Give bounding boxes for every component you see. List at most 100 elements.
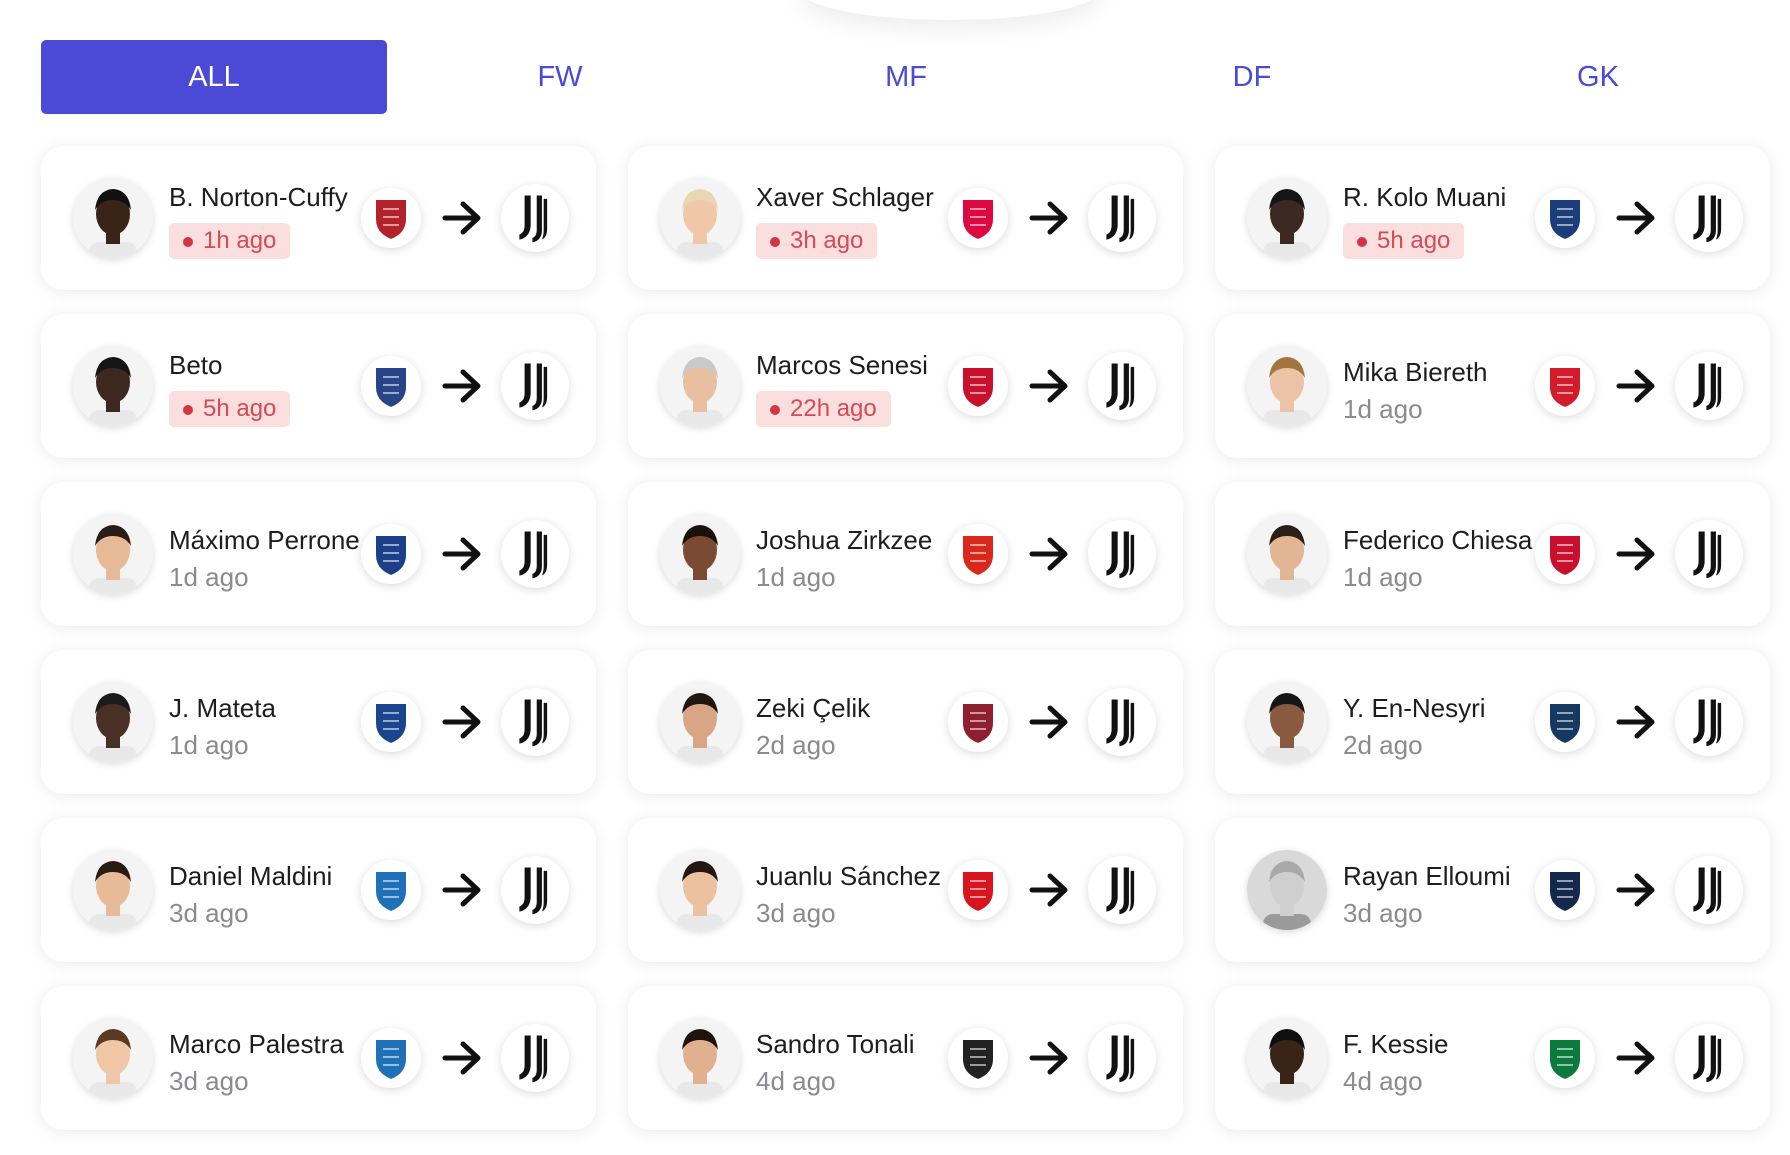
arrow-right-icon <box>442 873 481 907</box>
bournemouth-crest <box>948 356 1008 416</box>
arrow-right-icon <box>1029 201 1068 235</box>
arrow-right-icon <box>1029 369 1068 403</box>
juventus-crest <box>501 688 569 756</box>
juventus-crest <box>1675 688 1743 756</box>
player-name: Marco Palestra <box>169 1029 344 1059</box>
juventus-crest <box>501 520 569 588</box>
player-name: F. Kessie <box>1343 1029 1449 1059</box>
player-avatar <box>1247 514 1327 594</box>
player-avatar <box>1247 1018 1327 1098</box>
arrow-right-icon <box>442 537 481 571</box>
juventus-crest <box>1088 1024 1156 1092</box>
player-name: Zeki Çelik <box>756 693 871 723</box>
player-avatar <box>73 178 153 258</box>
juventus-crest <box>501 1024 569 1092</box>
juventus-crest <box>1675 1024 1743 1092</box>
transfer-card[interactable]: R. Kolo Muani 5h ago <box>1215 146 1770 290</box>
arrow-right-icon <box>1616 537 1655 571</box>
player-avatar <box>73 1018 153 1098</box>
juventus-crest <box>501 352 569 420</box>
player-avatar <box>73 850 153 930</box>
transfer-time: 3h ago <box>756 223 878 259</box>
player-name: Juanlu Sánchez <box>756 861 942 891</box>
man-united-crest <box>948 524 1008 584</box>
arrow-right-icon <box>442 369 481 403</box>
transfer-card[interactable]: Máximo Perrone 1d ago <box>41 482 596 626</box>
header-shadow <box>800 0 1100 20</box>
player-avatar <box>73 514 153 594</box>
transfer-card[interactable]: Beto 5h ago <box>41 314 596 458</box>
tab-all[interactable]: ALL <box>41 40 387 114</box>
transfer-time: 5h ago <box>169 391 291 427</box>
transfer-card[interactable]: Daniel Maldini 3d ago <box>41 818 596 962</box>
crystal-palace-crest <box>361 692 421 752</box>
rb-leipzig-crest <box>948 188 1008 248</box>
fenerbahce-crest <box>1535 692 1595 752</box>
transfer-card[interactable]: Marco Palestra 3d ago <box>41 986 596 1130</box>
tab-gk[interactable]: GK <box>1425 40 1771 114</box>
arrow-right-icon <box>1029 1041 1068 1075</box>
arrow-right-icon <box>1616 201 1655 235</box>
transfer-grid: B. Norton-Cuffy 1h ago Xaver Schlager 3h <box>41 146 1771 1130</box>
juventus-crest <box>1088 688 1156 756</box>
transfer-time: 1d ago <box>756 562 836 592</box>
transfer-card[interactable]: Y. En-Nesyri 2d ago <box>1215 650 1770 794</box>
monaco-crest <box>1535 356 1595 416</box>
juventus-crest <box>1675 856 1743 924</box>
player-avatar <box>73 346 153 426</box>
transfer-card[interactable]: Xaver Schlager 3h ago <box>628 146 1183 290</box>
player-name: Federico Chiesa <box>1343 525 1533 555</box>
player-avatar <box>1247 850 1327 930</box>
transfer-card[interactable]: F. Kessie 4d ago <box>1215 986 1770 1130</box>
player-name: R. Kolo Muani <box>1343 182 1507 212</box>
arrow-right-icon <box>442 201 481 235</box>
transfer-time: 1d ago <box>169 562 249 592</box>
arrow-right-icon <box>442 1041 481 1075</box>
player-name: B. Norton-Cuffy <box>169 182 348 212</box>
player-name: J. Mateta <box>169 693 276 723</box>
transfer-card[interactable]: Federico Chiesa 1d ago <box>1215 482 1770 626</box>
transfer-card[interactable]: Sandro Tonali 4d ago <box>628 986 1183 1130</box>
tab-mf[interactable]: MF <box>733 40 1079 114</box>
player-avatar <box>660 346 740 426</box>
player-name: Sandro Tonali <box>756 1029 915 1059</box>
transfer-card[interactable]: Mika Biereth 1d ago <box>1215 314 1770 458</box>
transfer-card[interactable]: J. Mateta 1d ago <box>41 650 596 794</box>
transfer-time: 3d ago <box>169 1066 249 1096</box>
transfer-card[interactable]: B. Norton-Cuffy 1h ago <box>41 146 596 290</box>
arrow-right-icon <box>1616 705 1655 739</box>
player-name: Máximo Perrone <box>169 525 360 555</box>
player-name: Beto <box>169 350 223 380</box>
juventus-crest <box>1088 856 1156 924</box>
juventus-crest <box>501 856 569 924</box>
al-ahli-crest <box>1535 1028 1595 1088</box>
tab-fw[interactable]: FW <box>387 40 733 114</box>
arrow-right-icon <box>1029 537 1068 571</box>
juventus-crest <box>1675 520 1743 588</box>
everton-crest <box>361 356 421 416</box>
transfer-time: 4d ago <box>756 1066 836 1096</box>
player-avatar <box>1247 682 1327 762</box>
vancouver-crest <box>1535 860 1595 920</box>
transfer-time: 3d ago <box>1343 898 1423 928</box>
juventus-crest <box>1088 352 1156 420</box>
transfer-time: 1h ago <box>169 223 291 259</box>
player-name: Joshua Zirkzee <box>756 525 933 555</box>
player-avatar <box>1247 178 1327 258</box>
sevilla-crest <box>948 860 1008 920</box>
liverpool-crest <box>1535 524 1595 584</box>
tab-df[interactable]: DF <box>1079 40 1425 114</box>
transfer-card[interactable]: Zeki Çelik 2d ago <box>628 650 1183 794</box>
player-avatar <box>1247 346 1327 426</box>
atalanta-crest <box>361 1028 421 1088</box>
transfer-card[interactable]: Rayan Elloumi 3d ago <box>1215 818 1770 962</box>
transfer-time: 1d ago <box>169 730 249 760</box>
transfer-time: 3d ago <box>169 898 249 928</box>
transfer-card[interactable]: Marcos Senesi 22h ago <box>628 314 1183 458</box>
transfer-card[interactable]: Joshua Zirkzee 1d ago <box>628 482 1183 626</box>
arrow-right-icon <box>1029 873 1068 907</box>
arrow-right-icon <box>442 705 481 739</box>
transfer-card[interactable]: Juanlu Sánchez 3d ago <box>628 818 1183 962</box>
psg-crest <box>1535 188 1595 248</box>
roma-crest <box>948 692 1008 752</box>
